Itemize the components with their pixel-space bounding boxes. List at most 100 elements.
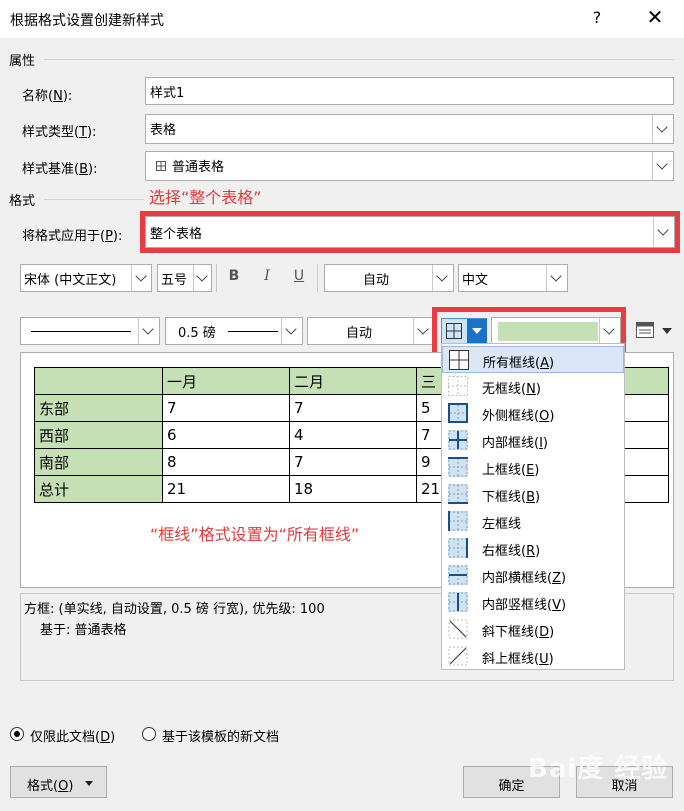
chevron-down-icon xyxy=(142,323,154,335)
font-size-dropdown[interactable] xyxy=(193,265,211,291)
name-input[interactable]: 样式1 xyxy=(145,77,674,105)
formatting-section-label: 格式 xyxy=(9,194,36,209)
font-size-select[interactable]: 五号 xyxy=(157,264,212,292)
border-style-dropdown[interactable] xyxy=(467,319,487,343)
menu-item-all-borders[interactable]: 所有框线(A) xyxy=(442,346,624,373)
table-cell: 21 xyxy=(162,475,290,503)
inside-borders-icon xyxy=(448,430,468,450)
chevron-down-icon xyxy=(656,121,668,133)
all-borders-icon xyxy=(446,323,462,339)
font-name-select[interactable]: 宋体 (中文正文) xyxy=(20,264,152,292)
solid-line-icon xyxy=(31,331,131,332)
style-type-select[interactable]: 表格 xyxy=(145,114,674,144)
apply-to-dropdown[interactable] xyxy=(653,217,674,247)
border-color-dropdown[interactable] xyxy=(413,318,434,344)
new-documents-radio[interactable] xyxy=(142,727,156,741)
table-cell: 18 xyxy=(289,475,417,503)
table-icon xyxy=(156,161,166,171)
all-borders-icon xyxy=(449,350,469,370)
menu-item-outside-borders[interactable]: 外侧框线(O) xyxy=(442,400,624,427)
menu-item-diagonal-down-border[interactable]: 斜下框线(D) xyxy=(442,616,624,643)
menu-item-diagonal-up-border[interactable]: 斜上框线(U) xyxy=(442,643,624,670)
font-name-dropdown[interactable] xyxy=(131,265,151,291)
only-this-document-radio[interactable] xyxy=(10,727,24,741)
table-cell: 8 xyxy=(162,448,290,476)
close-button[interactable]: ✕ xyxy=(645,5,665,29)
menu-item-top-border[interactable]: 上框线(E) xyxy=(442,454,624,481)
italic-button[interactable]: I xyxy=(256,268,278,284)
table-cell xyxy=(34,367,163,395)
caret-down-icon xyxy=(662,328,672,334)
line-width-select[interactable]: 0.5 磅 xyxy=(165,317,303,345)
menu-item-inside-borders[interactable]: 内部框线(I) xyxy=(442,427,624,454)
menu-item-inside-horizontal-border[interactable]: 内部横框线(Z) xyxy=(442,562,624,589)
border-menu: 所有框线(A) 无框线(N) 外侧框线(O) 内部框线(I) 上框线(E) 下框… xyxy=(441,343,625,670)
caret-down-icon xyxy=(85,781,93,786)
font-color-select[interactable]: 自动 xyxy=(324,264,454,292)
menu-item-right-border[interactable]: 右框线(R) xyxy=(442,535,624,562)
bold-button[interactable]: B xyxy=(223,268,245,284)
left-border-icon xyxy=(448,511,468,531)
annotation-select-whole-table: 选择“整个表格” xyxy=(149,188,262,207)
table-cell: 7 xyxy=(289,448,417,476)
menu-item-left-border[interactable]: 左框线 xyxy=(442,508,624,535)
chevron-down-icon xyxy=(285,323,297,335)
based-on-select[interactable]: 普通表格 xyxy=(145,151,674,181)
table-cell: 4 xyxy=(289,421,417,449)
line-width-sample xyxy=(228,331,278,332)
menu-item-inside-vertical-border[interactable]: 内部竖框线(V) xyxy=(442,589,624,616)
help-button[interactable]: ? xyxy=(589,8,605,27)
table-cell: 总计 xyxy=(34,475,163,503)
no-border-icon xyxy=(448,376,468,396)
script-dropdown[interactable] xyxy=(546,265,567,291)
shading-swatch xyxy=(498,322,598,341)
outside-borders-icon xyxy=(448,403,468,423)
underline-button[interactable]: U xyxy=(288,268,310,284)
toolbar-separator xyxy=(317,264,318,292)
menu-item-bottom-border[interactable]: 下框线(B) xyxy=(442,481,624,508)
table-properties-icon xyxy=(636,322,654,338)
line-style-select[interactable] xyxy=(20,317,160,345)
chevron-down-icon xyxy=(417,323,429,335)
shading-color-select[interactable] xyxy=(491,317,621,345)
format-menu-button[interactable]: 格式(O) xyxy=(10,766,107,798)
based-on-dropdown[interactable] xyxy=(652,152,673,180)
font-color-dropdown[interactable] xyxy=(432,265,453,291)
chevron-down-icon xyxy=(196,270,208,282)
only-this-document-label[interactable]: 仅限此文档(D) xyxy=(30,726,115,745)
chevron-down-icon xyxy=(135,270,147,282)
table-cell: 二月 xyxy=(289,367,417,395)
chevron-down-icon xyxy=(436,270,448,282)
formatting-divider xyxy=(44,199,144,200)
apply-to-select[interactable]: 整个表格 xyxy=(145,216,675,248)
shading-dropdown[interactable] xyxy=(599,318,620,344)
based-on-label: 样式基准(B): xyxy=(22,162,98,177)
new-documents-label[interactable]: 基于该模板的新文档 xyxy=(162,726,279,745)
chevron-down-icon xyxy=(550,270,562,282)
script-select[interactable]: 中文 xyxy=(458,264,568,292)
top-border-icon xyxy=(448,457,468,477)
description-line-2: 基于: 普通表格 xyxy=(40,623,127,638)
border-color-select[interactable]: 自动 xyxy=(307,317,435,345)
properties-section-label: 属性 xyxy=(9,54,36,69)
menu-item-no-border[interactable]: 无框线(N) xyxy=(442,373,624,400)
table-properties-button[interactable] xyxy=(636,320,674,342)
close-icon: ✕ xyxy=(646,5,664,29)
table-cell: 西部 xyxy=(34,421,163,449)
table-cell: 6 xyxy=(162,421,290,449)
dialog-title: 根据格式设置创建新样式 xyxy=(10,13,164,29)
table-cell: 南部 xyxy=(34,448,163,476)
line-style-dropdown[interactable] xyxy=(138,318,159,344)
watermark-logo: Bai度 经验 xyxy=(528,754,669,784)
caret-down-icon xyxy=(472,328,482,334)
chevron-down-icon xyxy=(603,323,615,335)
chevron-down-icon xyxy=(657,224,669,236)
style-type-dropdown[interactable] xyxy=(652,115,673,143)
toolbar-separator xyxy=(216,264,217,292)
bottom-border-icon xyxy=(448,484,468,504)
line-width-dropdown[interactable] xyxy=(281,318,302,344)
inside-vertical-border-icon xyxy=(448,592,468,612)
border-style-button[interactable] xyxy=(441,318,487,344)
annotation-all-borders: “框线”格式设置为“所有框线” xyxy=(150,525,360,544)
table-cell: 东部 xyxy=(34,394,163,422)
